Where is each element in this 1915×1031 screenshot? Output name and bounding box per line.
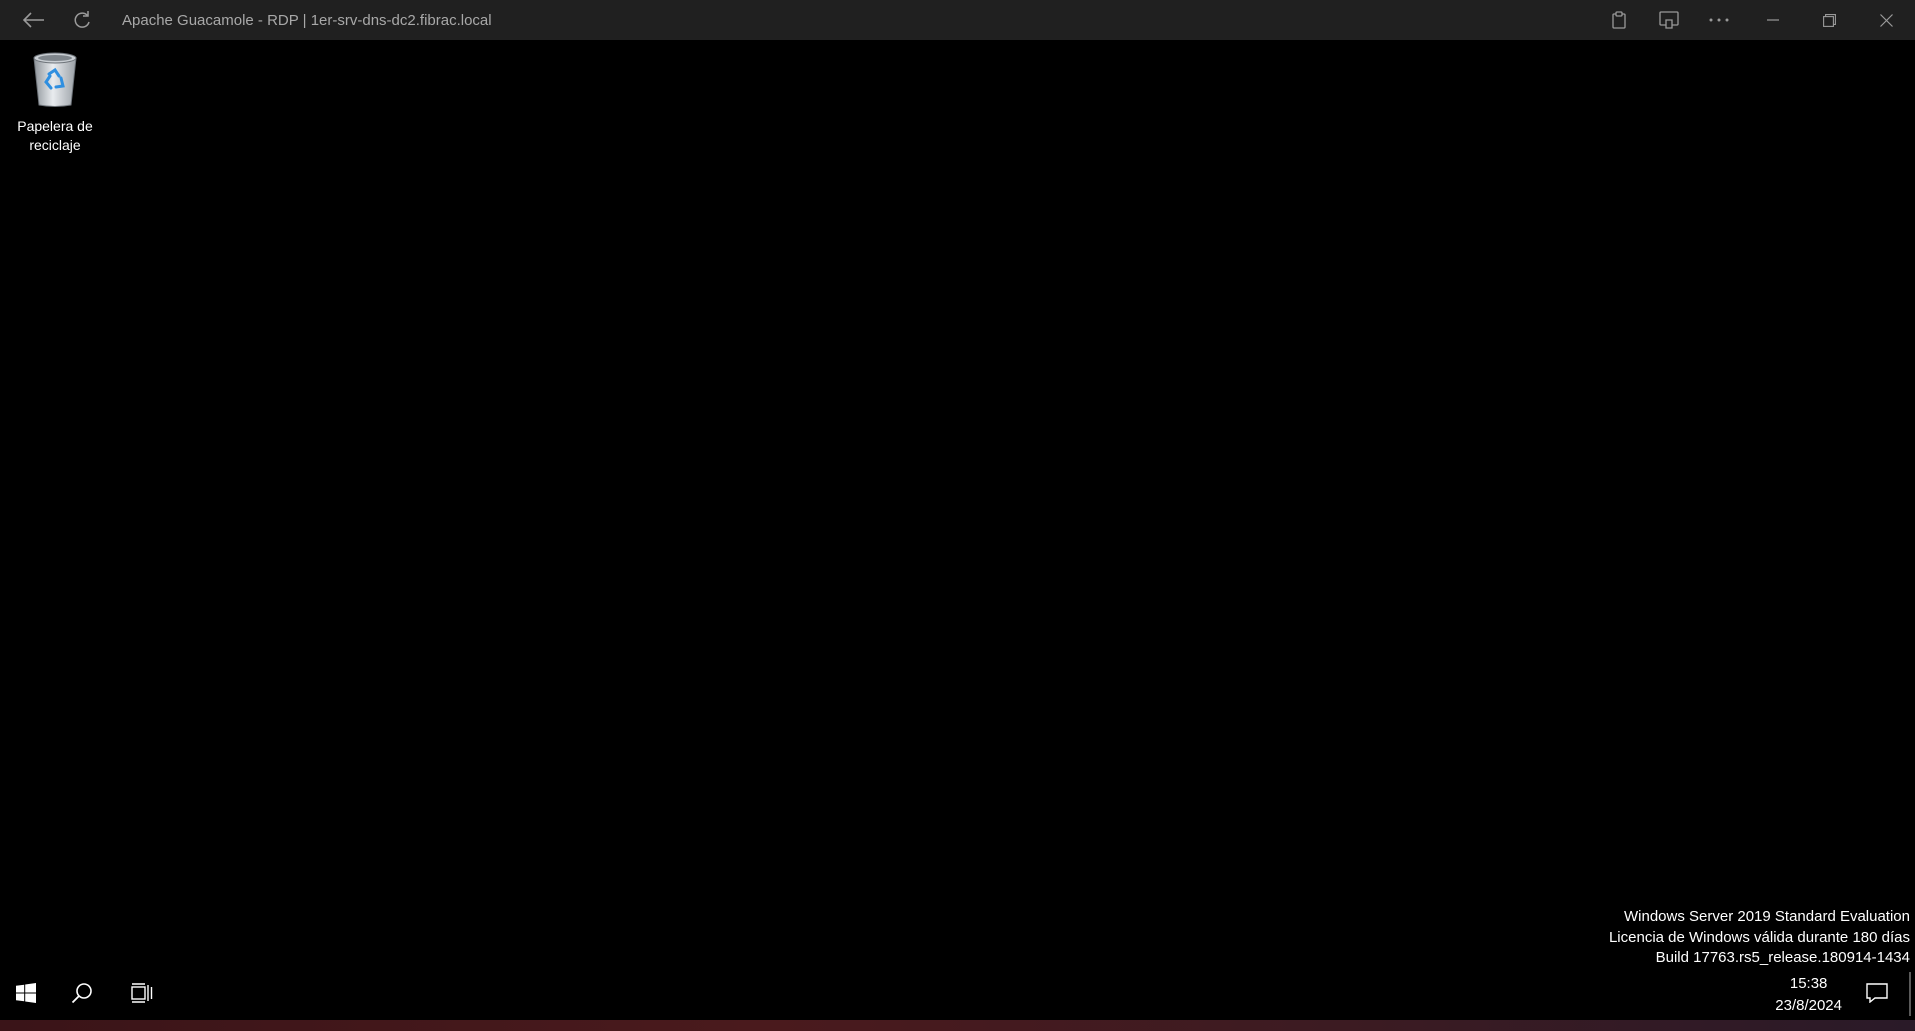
refresh-button[interactable] xyxy=(58,0,106,40)
remote-desktop[interactable]: Papelera de reciclaje Windows Server 201… xyxy=(0,40,1915,1020)
close-button[interactable] xyxy=(1858,0,1915,40)
back-button[interactable] xyxy=(10,0,58,40)
cast-icon xyxy=(1659,11,1679,29)
restore-icon xyxy=(1823,13,1836,27)
minimize-button[interactable] xyxy=(1744,0,1801,40)
title-bar-controls xyxy=(1594,0,1915,40)
task-view-button[interactable] xyxy=(112,970,172,1020)
clipboard-button[interactable] xyxy=(1594,0,1644,40)
restore-button[interactable] xyxy=(1801,0,1858,40)
more-icon xyxy=(1709,18,1729,22)
recycle-bin-icon xyxy=(29,50,81,113)
close-icon xyxy=(1880,13,1893,27)
start-button[interactable] xyxy=(0,970,52,1020)
action-center-button[interactable] xyxy=(1857,970,1897,1020)
taskbar: 15:38 23/8/2024 xyxy=(0,970,1915,1020)
taskbar-clock[interactable]: 15:38 23/8/2024 xyxy=(1775,973,1842,1017)
more-button[interactable] xyxy=(1694,0,1744,40)
host-taskbar-edge xyxy=(0,1020,1915,1031)
clock-date: 23/8/2024 xyxy=(1775,997,1842,1014)
windows-watermark: Windows Server 2019 Standard Evaluation … xyxy=(1609,907,1910,969)
search-icon xyxy=(71,982,93,1009)
minimize-icon xyxy=(1766,19,1779,21)
clock-time: 15:38 xyxy=(1789,975,1828,992)
refresh-icon xyxy=(72,10,92,30)
watermark-edition: Windows Server 2019 Standard Evaluation xyxy=(1624,908,1910,925)
notification-icon xyxy=(1866,982,1888,1008)
desktop-icon-recycle-bin[interactable]: Papelera de reciclaje xyxy=(10,50,100,155)
cast-button[interactable] xyxy=(1644,0,1694,40)
arrow-left-icon xyxy=(23,12,45,28)
watermark-build: Build 17763.rs5_release.180914-1434 xyxy=(1655,949,1910,966)
search-button[interactable] xyxy=(52,970,112,1020)
clipboard-icon xyxy=(1611,11,1627,29)
desktop-icon-label: Papelera de reciclaje xyxy=(17,118,93,153)
watermark-license: Licencia de Windows válida durante 180 d… xyxy=(1608,928,1910,946)
browser-window: Apache Guacamole - RDP | 1er-srv-dns-dc2… xyxy=(0,0,1915,1031)
windows-start-icon xyxy=(16,982,36,1008)
window-title: Apache Guacamole - RDP | 1er-srv-dns-dc2… xyxy=(122,11,492,29)
title-bar: Apache Guacamole - RDP | 1er-srv-dns-dc2… xyxy=(0,0,1915,40)
show-desktop-button[interactable] xyxy=(1909,972,1911,1016)
task-view-icon xyxy=(131,982,153,1008)
